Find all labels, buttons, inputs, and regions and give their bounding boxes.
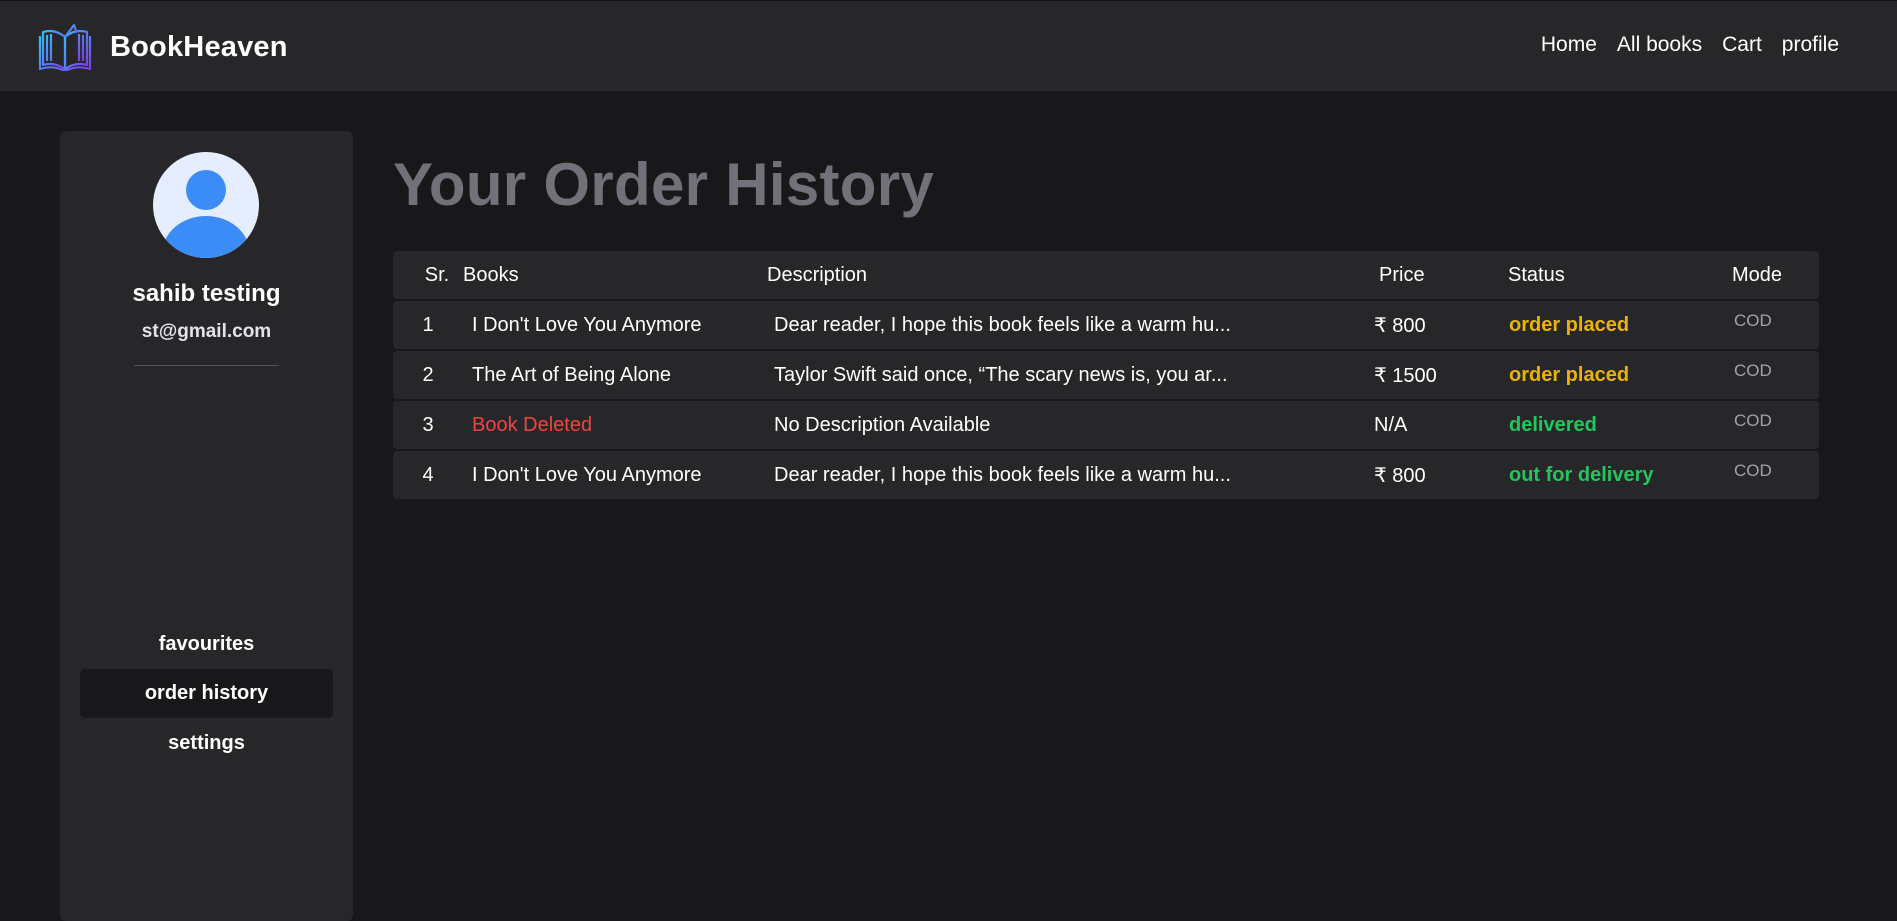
sidebar-item-settings[interactable]: settings bbox=[80, 719, 333, 768]
page-title: Your Order History bbox=[393, 151, 935, 218]
order-description: Taylor Swift said once, “The scary news … bbox=[774, 363, 1228, 386]
order-description: No Description Available bbox=[774, 413, 991, 436]
col-header-mode: Mode bbox=[1732, 263, 1783, 286]
order-description: Dear reader, I hope this book feels like… bbox=[774, 463, 1231, 486]
open-book-icon bbox=[38, 23, 92, 71]
top-navbar: BookHeaven Home All books Cart profile bbox=[0, 0, 1897, 91]
order-price: N/A bbox=[1374, 413, 1408, 436]
order-book-deleted: Book Deleted bbox=[472, 413, 593, 436]
nav-all-books[interactable]: All books bbox=[1617, 33, 1702, 57]
col-header-books: Books bbox=[463, 263, 519, 286]
order-description: Dear reader, I hope this book feels like… bbox=[774, 313, 1231, 336]
brand-name: BookHeaven bbox=[110, 30, 288, 63]
nav-home[interactable]: Home bbox=[1541, 33, 1597, 57]
order-sr: 2 bbox=[422, 363, 434, 386]
col-header-description: Description bbox=[767, 263, 868, 286]
sidebar-item-order-history[interactable]: order history bbox=[80, 669, 333, 718]
order-status: delivered bbox=[1509, 413, 1597, 436]
order-mode: COD bbox=[1734, 411, 1772, 430]
table-row: 2 The Art of Being Alone Taylor Swift sa… bbox=[393, 351, 1819, 399]
order-mode: COD bbox=[1734, 361, 1772, 380]
user-name: sahib testing bbox=[132, 280, 281, 307]
order-sr: 1 bbox=[422, 313, 434, 336]
order-price: ₹ 800 bbox=[1374, 464, 1426, 487]
brand[interactable]: BookHeaven bbox=[38, 23, 288, 71]
order-status: order placed bbox=[1509, 313, 1630, 336]
order-book-link[interactable]: The Art of Being Alone bbox=[472, 351, 671, 399]
order-status: out for delivery bbox=[1509, 463, 1654, 486]
order-mode: COD bbox=[1734, 461, 1772, 480]
user-email: st@gmail.com bbox=[141, 321, 272, 342]
nav-cart[interactable]: Cart bbox=[1722, 33, 1762, 57]
table-row: 4 I Don't Love You Anymore Dear reader, … bbox=[393, 451, 1819, 499]
order-status: order placed bbox=[1509, 363, 1630, 386]
table-header: Sr. Books Description Price Status Mode bbox=[393, 251, 1819, 299]
user-avatar-icon bbox=[153, 152, 259, 258]
profile-sidebar: sahib testing st@gmail.com favourites or… bbox=[60, 131, 353, 921]
order-book-link[interactable]: I Don't Love You Anymore bbox=[472, 451, 702, 499]
order-sr: 4 bbox=[422, 463, 434, 486]
nav-profile[interactable]: profile bbox=[1782, 33, 1839, 57]
order-book-link[interactable]: I Don't Love You Anymore bbox=[472, 301, 702, 349]
order-sr: 3 bbox=[422, 413, 434, 436]
table-row: 3 Book Deleted No Description Available … bbox=[393, 401, 1819, 449]
table-row: 1 I Don't Love You Anymore Dear reader, … bbox=[393, 301, 1819, 349]
main-nav: Home All books Cart profile bbox=[1541, 33, 1839, 57]
order-mode: COD bbox=[1734, 311, 1772, 330]
sidebar-divider bbox=[134, 365, 279, 366]
order-price: ₹ 1500 bbox=[1374, 364, 1437, 387]
order-price: ₹ 800 bbox=[1374, 314, 1426, 337]
col-header-price: Price bbox=[1379, 263, 1425, 286]
sidebar-item-favourites[interactable]: favourites bbox=[80, 620, 333, 669]
col-header-status: Status bbox=[1508, 263, 1565, 286]
col-header-sr: Sr. bbox=[424, 263, 450, 286]
